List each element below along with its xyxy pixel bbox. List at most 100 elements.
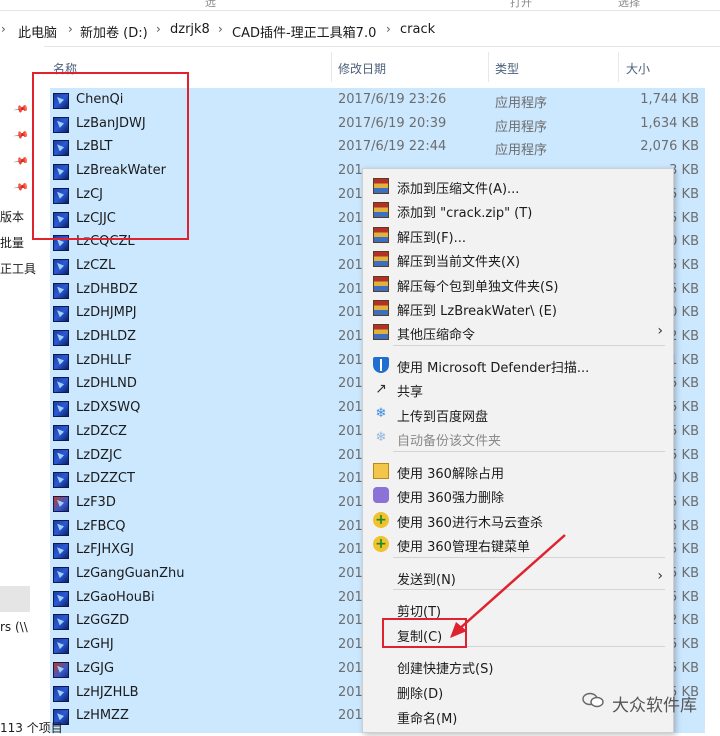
file-name: LzDZCZ xyxy=(76,423,127,439)
file-date: 201 xyxy=(338,447,363,463)
menu-item-label: 自动备份该文件夹 xyxy=(397,434,502,449)
baidu-cloud-icon: ❄ xyxy=(375,406,387,421)
breadcrumb-this-pc[interactable]: 此电脑 xyxy=(18,22,57,41)
menu-item-14[interactable]: + 使用 360进行木马云查杀 xyxy=(363,508,673,532)
nav-item[interactable]: 版本 xyxy=(0,208,24,225)
file-date: 201 xyxy=(338,494,363,510)
menu-item-4[interactable]: 解压到当前文件夹(X) xyxy=(363,247,673,271)
breadcrumb-folder[interactable]: dzrjk8 xyxy=(170,22,210,37)
rar-archive-icon xyxy=(373,227,389,243)
file-name: LzDHLND xyxy=(76,376,137,392)
application-icon xyxy=(53,472,69,489)
share-icon: ↗ xyxy=(375,381,387,397)
pin-icon: 📌 xyxy=(12,179,29,196)
column-size[interactable]: 大小 xyxy=(626,60,650,77)
column-divider[interactable] xyxy=(488,52,489,82)
file-name: LzFBCQ xyxy=(76,518,126,534)
baidu-cloud-icon: ❄ xyxy=(375,430,387,445)
file-date: 201 xyxy=(338,305,363,321)
menu-item-label: 解压到 LzBreakWater\ (E) xyxy=(397,304,557,319)
nav-item[interactable]: 批量 xyxy=(0,234,24,251)
menu-item-label: 使用 Microsoft Defender扫描... xyxy=(397,361,590,376)
ribbon-fragment: 打开 xyxy=(510,0,532,9)
file-size: 1,634 KB xyxy=(640,115,699,131)
application-icon xyxy=(53,685,69,702)
menu-item-8[interactable]: 使用 Microsoft Defender扫描... xyxy=(363,353,673,377)
menu-item-5[interactable]: 解压每个包到单独文件夹(S) xyxy=(363,272,673,296)
application-icon xyxy=(53,661,69,678)
nav-item-selected[interactable] xyxy=(0,586,30,612)
file-date: 201 xyxy=(338,708,363,724)
menu-item-2[interactable]: 添加到 "crack.zip" (T) xyxy=(363,198,673,222)
chevron-right-icon[interactable]: › xyxy=(218,22,223,36)
menu-item-7[interactable]: 其他压缩命令 › xyxy=(363,320,673,344)
menu-item-label: 删除(D) xyxy=(397,687,444,702)
file-name: LzF3D xyxy=(76,494,116,510)
wechat-icon xyxy=(582,692,604,708)
pin-icon: 📌 xyxy=(12,101,29,118)
file-date: 201 xyxy=(338,329,363,344)
file-date: 201 xyxy=(338,471,363,487)
ribbon-remnant: 远 打开 选择 xyxy=(0,0,720,11)
menu-item-19[interactable]: 创建快捷方式(S) xyxy=(363,654,673,678)
file-name: LzGGZD xyxy=(76,613,130,629)
file-name: LzCZL xyxy=(76,257,116,273)
menu-item-9[interactable]: ↗ 共享 xyxy=(363,377,673,401)
menu-item-label: 重命名(M) xyxy=(397,712,458,727)
file-date: 201 xyxy=(338,660,363,676)
menu-item-label: 使用 360强力删除 xyxy=(397,491,504,506)
menu-item-label: 其他压缩命令 xyxy=(397,328,476,343)
chevron-right-icon[interactable]: › xyxy=(386,22,391,36)
file-date: 201 xyxy=(338,234,363,250)
application-icon xyxy=(53,448,69,465)
file-date: 201 xyxy=(338,542,363,558)
application-icon xyxy=(53,258,69,275)
menu-item-1[interactable]: 添加到压缩文件(A)... xyxy=(363,174,673,198)
application-icon xyxy=(53,638,69,655)
application-icon xyxy=(53,401,69,418)
file-date: 2017/6/19 22:44 xyxy=(338,139,447,155)
breadcrumb-folder[interactable]: CAD插件-理正工具箱7.0 xyxy=(232,22,376,41)
chevron-right-icon[interactable]: › xyxy=(68,22,73,36)
column-type[interactable]: 类型 xyxy=(495,60,519,77)
file-name: LzDHBDZ xyxy=(76,281,138,297)
360-scan-icon: + xyxy=(373,512,389,528)
menu-item-12[interactable]: 使用 360解除占用 xyxy=(363,459,673,483)
360-shred-icon xyxy=(373,487,389,503)
application-icon xyxy=(53,567,69,583)
file-size: 1,744 KB xyxy=(640,92,699,107)
chevron-right-icon[interactable]: › xyxy=(156,22,161,36)
file-type: 应用程序 xyxy=(495,96,548,111)
chevron-right-icon: › xyxy=(657,568,663,584)
menu-item-6[interactable]: 解压到 LzBreakWater\ (E) xyxy=(363,296,673,320)
chevron-right-icon[interactable]: › xyxy=(1,22,6,36)
file-name: LzGangGuanZhu xyxy=(76,566,185,581)
file-date: 201 xyxy=(338,684,363,700)
breadcrumb-current[interactable]: crack xyxy=(400,22,435,37)
application-icon xyxy=(53,614,69,631)
file-name: LzDHJMPJ xyxy=(76,305,137,321)
menu-separator xyxy=(393,345,665,346)
column-divider[interactable] xyxy=(618,52,619,82)
menu-item-13[interactable]: 使用 360强力删除 xyxy=(363,483,673,507)
menu-item-10[interactable]: ❄ 上传到百度网盘 xyxy=(363,402,673,426)
breadcrumb-drive[interactable]: 新加卷 (D:) xyxy=(80,22,148,41)
file-name: LzGaoHouBi xyxy=(76,589,155,605)
column-divider[interactable] xyxy=(331,52,332,82)
application-icon xyxy=(53,590,69,607)
file-name: LzGHJ xyxy=(76,637,114,653)
menu-item-3[interactable]: 解压到(F)... xyxy=(363,223,673,247)
address-bar[interactable]: › 此电脑 › 新加卷 (D:) › dzrjk8 › CAD插件-理正工具箱7… xyxy=(0,14,720,47)
rar-archive-icon xyxy=(373,178,389,194)
file-date: 201 xyxy=(338,352,363,368)
defender-shield-icon xyxy=(373,357,389,373)
column-date[interactable]: 修改日期 xyxy=(338,60,386,77)
file-date: 2017/6/19 23:26 xyxy=(338,92,447,107)
nav-item[interactable]: 正工具 xyxy=(0,260,36,277)
file-name: LzDHLLF xyxy=(76,352,132,368)
nav-item[interactable]: rs (\\ xyxy=(0,620,28,634)
file-name: LzDXSWQ xyxy=(76,400,141,416)
file-name: LzDZJC xyxy=(76,447,122,463)
file-date: 201 xyxy=(338,163,363,179)
menu-item-label: 使用 360进行木马云查杀 xyxy=(397,516,543,531)
